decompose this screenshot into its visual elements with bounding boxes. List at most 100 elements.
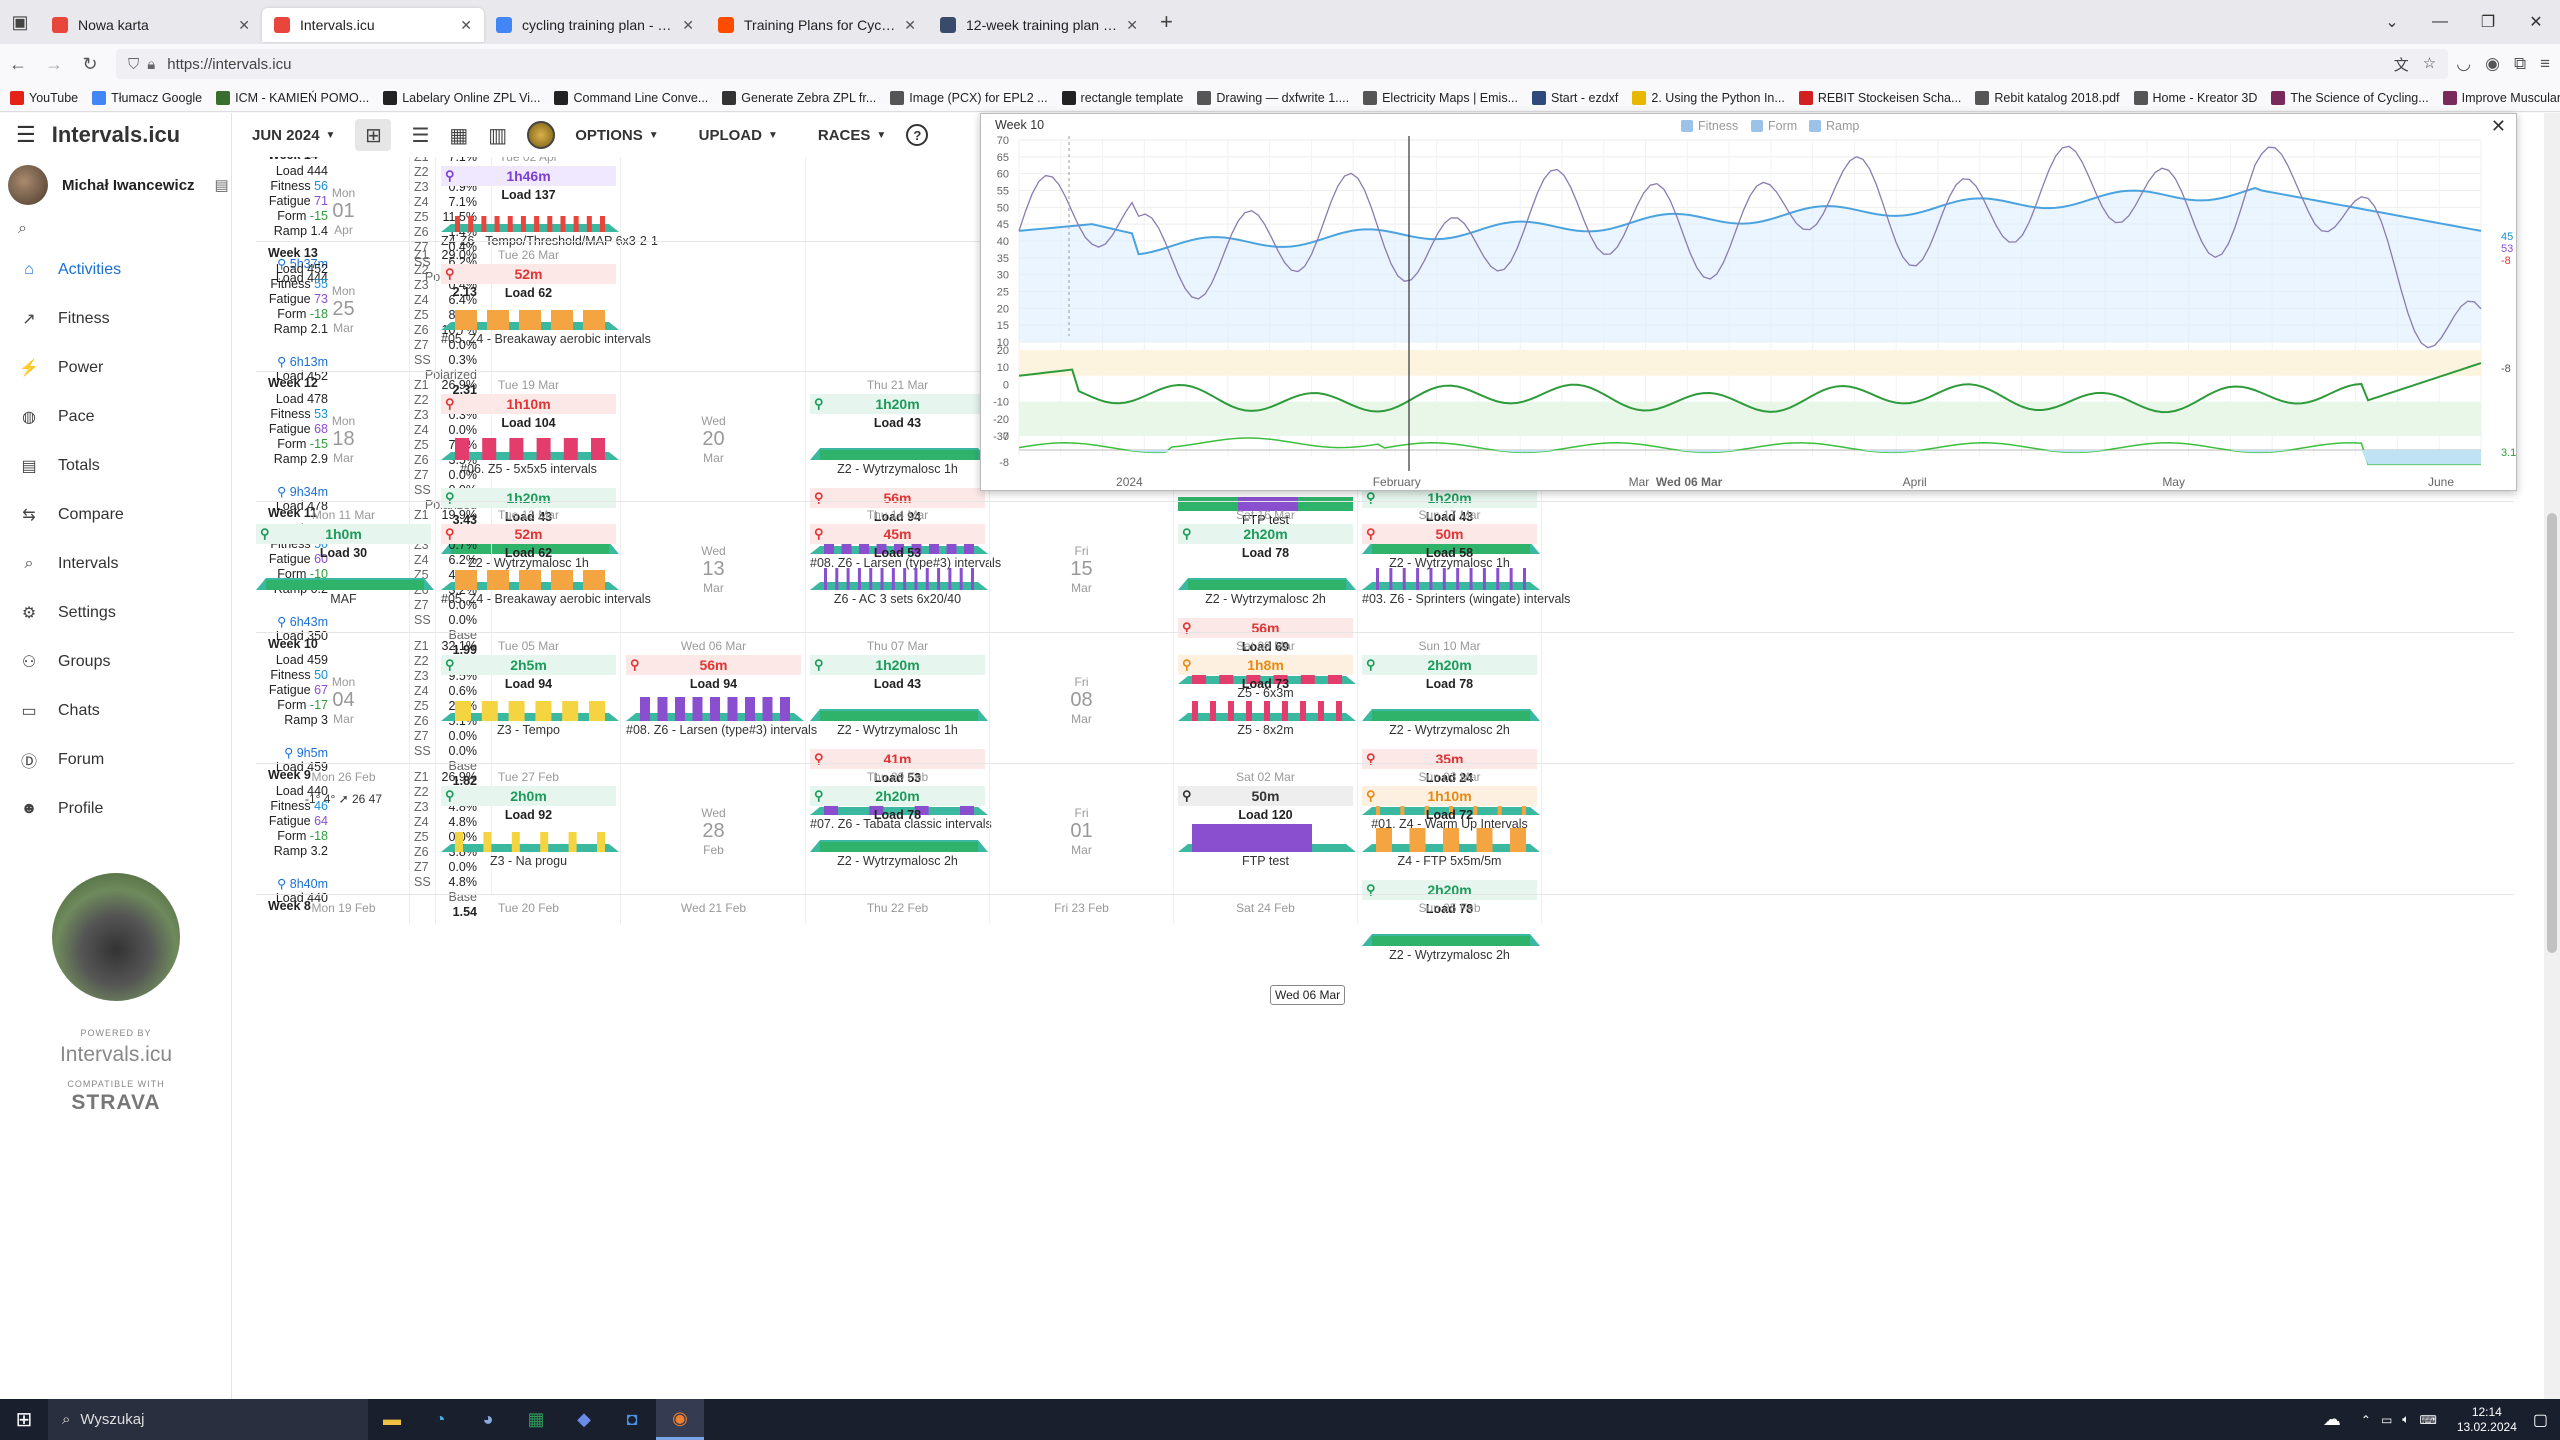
grid-view-icon[interactable]: ⊞: [355, 119, 392, 151]
translate-icon[interactable]: 文: [2394, 54, 2409, 75]
month-select[interactable]: JUN 2024 ▼: [252, 127, 335, 144]
volume-icon[interactable]: 🔈︎: [2402, 1412, 2409, 1427]
form-checkbox[interactable]: Form: [1751, 119, 1797, 133]
account-icon[interactable]: ◉: [2485, 54, 2500, 74]
calendar-add-icon[interactable]: ▦: [449, 123, 468, 148]
activity-duration[interactable]: ⚲ 1h20m: [810, 655, 985, 675]
activity-duration[interactable]: ⚲ 50m: [1178, 786, 1353, 806]
page-scrollbar[interactable]: [2544, 113, 2560, 1399]
options-menu[interactable]: OPTIONS ▼: [575, 127, 658, 144]
sidebar-item-settings[interactable]: ⚙ Settings: [0, 588, 231, 637]
day-cell[interactable]: [622, 157, 806, 241]
day-cell[interactable]: Mon 11 Mar ⚲ 1h0m Load 30 MAF: [256, 502, 436, 632]
bookmark-item[interactable]: Rebit katalog 2018.pdf: [1975, 90, 2120, 105]
activity-card[interactable]: ⚲ 2h5m Load 94 Z3 - Tempo: [441, 655, 619, 737]
activity-card[interactable]: ⚲ 1h20m Load 43 Z2 - Wytrzymalosc 1h: [810, 394, 988, 476]
activity-card[interactable]: ⚲ 1h8m Load 73 Z5 - 8x2m: [1178, 655, 1356, 737]
document-icon[interactable]: ▤: [215, 176, 229, 194]
activity-duration[interactable]: ⚲ 1h0m: [256, 524, 431, 544]
edge-icon[interactable]: ◔: [416, 1399, 464, 1440]
taskbar-search[interactable]: ⌕ Wyszukaj: [48, 1399, 368, 1440]
bookmark-item[interactable]: Home - Kreator 3D: [2133, 90, 2257, 105]
activity-card[interactable]: ⚲ 45m Load 53 Z6 - AC 3 sets 6x20/40: [810, 524, 988, 606]
activity-duration[interactable]: ⚲ 1h20m: [810, 394, 985, 414]
activity-duration[interactable]: ⚲ 56m: [626, 655, 801, 675]
language-icon[interactable]: ⌨: [2419, 1413, 2436, 1427]
browser-tab[interactable]: cycling training plan - Szukaj w Google ✕: [484, 8, 706, 42]
bookmark-item[interactable]: Drawing — dxfwrite 1....: [1197, 90, 1349, 105]
activity-card[interactable]: ⚲ 50m Load 58 #03. Z6 - Sprinters (wingate)…: [1362, 524, 1570, 606]
sidebar-item-power[interactable]: ⚡ Power: [0, 343, 231, 392]
back-button[interactable]: ←: [0, 54, 36, 75]
bookmark-item[interactable]: Electricity Maps | Emis...: [1363, 90, 1518, 105]
strava-logo[interactable]: STRAVA: [0, 1091, 232, 1115]
day-cell[interactable]: Fri 15 Mar: [990, 502, 1174, 632]
activity-card[interactable]: ⚲ 2h20m Load 78 Z2 - Wytrzymalosc 2h: [1362, 655, 1540, 737]
activity-card[interactable]: ⚲ 52m Load 62 #05. Z4 - Breakaway aerobic i…: [441, 264, 651, 346]
brand-name[interactable]: Intervals.icu: [52, 122, 180, 148]
tab-close-icon[interactable]: ✕: [1126, 17, 1138, 34]
badge-icon[interactable]: [527, 121, 556, 149]
activity-card[interactable]: ⚲ 2h20m Load 78 Z2 - Wytrzymalosc 2h: [810, 786, 988, 868]
activity-duration[interactable]: ⚲ 2h20m: [810, 786, 985, 806]
races-menu[interactable]: RACES ▼: [818, 127, 886, 144]
sidebar-item-compare[interactable]: ⇆ Compare: [0, 490, 231, 539]
bookmark-item[interactable]: Start - ezdxf: [1532, 90, 1618, 105]
scrollbar-thumb[interactable]: [2547, 513, 2557, 953]
day-cell[interactable]: Fri 01 Mar: [990, 764, 1174, 894]
sidebar-item-groups[interactable]: ⚇ Groups: [0, 637, 231, 686]
day-cell[interactable]: Sun 17 Mar ⚲ 50m Load 58 #03. Z6 - Sprinters…: [1358, 502, 1570, 632]
upload-menu[interactable]: UPLOAD ▼: [699, 127, 778, 144]
activity-duration[interactable]: ⚲ 52m: [441, 264, 616, 284]
network-icon[interactable]: ▭: [2381, 1413, 2392, 1427]
help-icon[interactable]: ?: [906, 124, 929, 146]
fitness-chart[interactable]: 7065605550454035302520151020100-10-20-30…: [981, 136, 2518, 492]
day-cell[interactable]: Tue 26 Mar ⚲ 52m Load 62 #05. Z4 - Breakaway…: [437, 242, 651, 371]
minimize-button[interactable]: —: [2416, 0, 2464, 44]
notification-icon[interactable]: ▢: [2533, 1410, 2548, 1430]
activity-card[interactable]: ⚲ 2h0m Load 92 Z3 - Na progu: [441, 786, 619, 868]
user-row[interactable]: Michał Iwancewicz ▤: [0, 157, 231, 213]
bookmark-item[interactable]: Labelary Online ZPL Vi...: [383, 90, 540, 105]
activity-duration[interactable]: ⚲ 2h20m: [1362, 655, 1537, 675]
activity-card[interactable]: ⚲ 1h46m Load 137 Z4-Z6 - Tempo/Threshold/MA…: [441, 166, 658, 248]
bookmark-item[interactable]: Command Line Conve...: [554, 90, 708, 105]
user-name[interactable]: Michał Iwancewicz: [62, 177, 195, 194]
day-cell[interactable]: Sat 02 Mar ⚲ 50m Load 120 FTP test: [1174, 764, 1358, 894]
sidebar-item-totals[interactable]: ▤ Totals: [0, 441, 231, 490]
day-cell[interactable]: Mon 19 Feb: [256, 895, 436, 924]
day-cell[interactable]: Wed 06 Mar ⚲ 56m Load 94 #08. Z6 - Larsen (t…: [622, 633, 817, 763]
sidebar-item-fitness[interactable]: ↗ Fitness: [0, 294, 231, 343]
bookmark-item[interactable]: Generate Zebra ZPL fr...: [722, 90, 876, 105]
browser-tab[interactable]: Intervals.icu ✕: [262, 8, 484, 42]
address-bar[interactable]: ⛉ 🔒︎ https://intervals.icu 文 ☆: [116, 49, 2449, 79]
day-cell[interactable]: Tue 27 Feb ⚲ 2h0m Load 92 Z3 - Na progu: [437, 764, 621, 894]
bookmark-item[interactable]: REBIT Stockeisen Scha...: [1798, 90, 1961, 105]
restore-button[interactable]: ❐: [2464, 0, 2512, 44]
tab-list-icon[interactable]: ▣: [0, 0, 40, 44]
menu-icon[interactable]: ≡: [2540, 54, 2550, 74]
day-cell[interactable]: Sat 16 Mar ⚲ 2h20m Load 78 Z2 - Wytrzymalosc…: [1174, 502, 1358, 700]
activity-card[interactable]: ⚲ 1h10m Load 104 #06. Z5 - 5x5x5 intervals: [441, 394, 619, 476]
day-cell[interactable]: Wed 21 Feb: [622, 895, 806, 924]
day-cell[interactable]: Thu 29 Feb ⚲ 2h20m Load 78 Z2 - Wytrzymalosc…: [806, 764, 990, 894]
activity-duration[interactable]: ⚲ 1h46m: [441, 166, 616, 186]
day-cell[interactable]: Tue 12 Mar ⚲ 52m Load 62 #05. Z4 - Breakaway…: [437, 502, 651, 632]
tab-overflow-icon[interactable]: ⌄: [2368, 0, 2416, 44]
promo-image[interactable]: [52, 873, 180, 1001]
day-cell[interactable]: Sat 09 Mar ⚲ 1h8m Load 73 Z5 - 8x2m: [1174, 633, 1358, 763]
activity-duration[interactable]: ⚲ 2h0m: [441, 786, 616, 806]
day-cell[interactable]: Sun 03 Mar ⚲ 1h10m Load 72 Z4 - FTP 5x5m/5m ⚲…: [1358, 764, 1542, 962]
day-cell[interactable]: Tue 20 Feb: [437, 895, 621, 924]
lock-icon[interactable]: 🔒︎: [147, 56, 155, 73]
day-cell[interactable]: Sun 25 Feb: [1358, 895, 1542, 924]
day-cell[interactable]: Wed 13 Mar: [622, 502, 806, 632]
day-cell[interactable]: Thu 07 Mar ⚲ 1h20m Load 43 Z2 - Wytrzymalosc…: [806, 633, 992, 831]
bookmark-item[interactable]: rectangle template: [1061, 90, 1183, 105]
day-cell[interactable]: Mon 18 Mar: [256, 372, 436, 501]
activity-duration[interactable]: ⚲ 1h10m: [1362, 786, 1537, 806]
day-cell[interactable]: Mon 25 Mar: [256, 242, 436, 371]
excel-icon[interactable]: ▦: [512, 1399, 560, 1440]
powered-by-logo[interactable]: Intervals.icu: [0, 1043, 232, 1067]
tab-close-icon[interactable]: ✕: [904, 17, 916, 34]
